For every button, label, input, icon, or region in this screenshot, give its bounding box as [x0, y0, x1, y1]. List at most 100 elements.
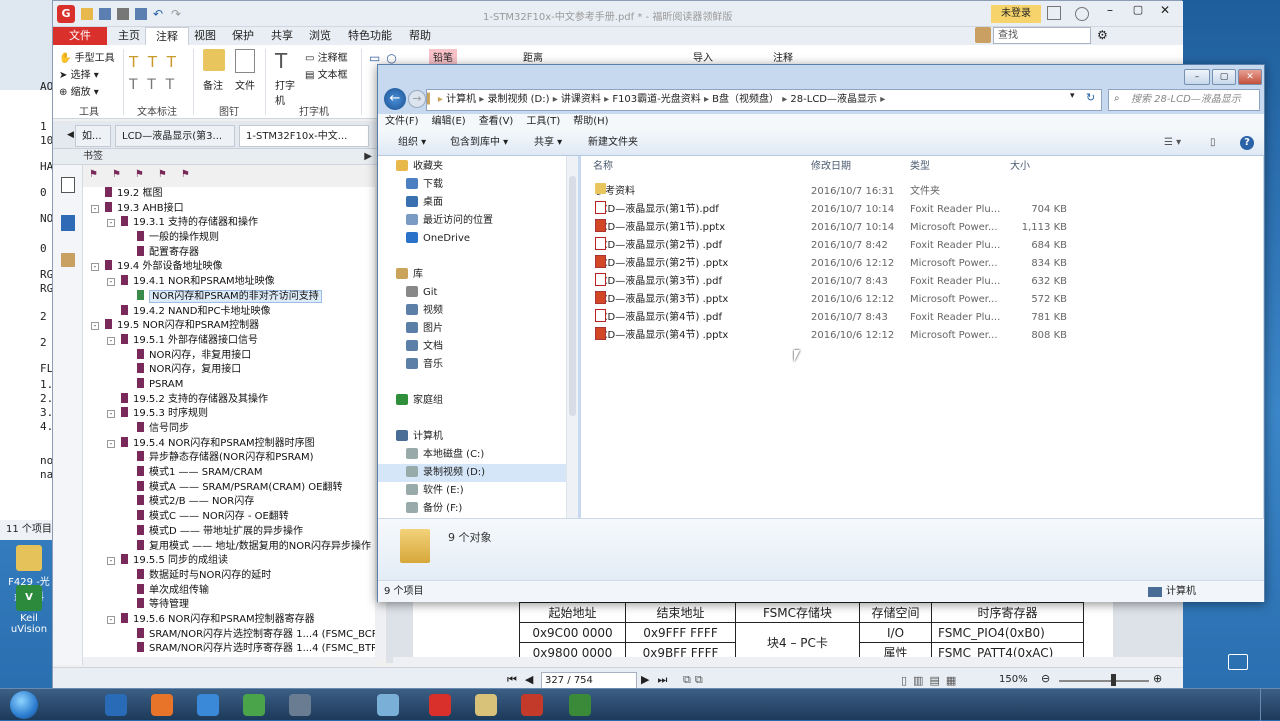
- hand-tool-button[interactable]: ✋ 手型工具: [59, 49, 115, 64]
- nav-item[interactable]: 收藏夹: [378, 158, 577, 176]
- note-icon[interactable]: [203, 49, 225, 71]
- breadcrumb-item[interactable]: 28-LCD—液晶显示: [790, 94, 877, 105]
- tab-protect[interactable]: 保护: [222, 27, 264, 45]
- back-button[interactable]: ←: [384, 88, 406, 110]
- bookmark-item[interactable]: 复用模式 —— 地址/数据复用的NOR闪存异步操作: [83, 539, 375, 555]
- bookmark-item[interactable]: - 19.5.4 NOR闪存和PSRAM控制器时序图: [83, 436, 375, 452]
- find-input[interactable]: 查找: [993, 27, 1091, 44]
- breadcrumb-item[interactable]: F103霸道-光盘资料: [612, 94, 700, 105]
- select-button[interactable]: ➤ 选择 ▾: [59, 66, 99, 81]
- bookmark-item[interactable]: 信号同步: [83, 422, 375, 437]
- file-attach-icon[interactable]: [235, 49, 255, 73]
- page-thumbnail-icon[interactable]: [61, 177, 75, 193]
- nav-item[interactable]: Git: [378, 284, 577, 302]
- keyboard-tray-icon[interactable]: [1228, 654, 1248, 670]
- nav-item[interactable]: 音乐: [378, 356, 577, 374]
- nav-scrollbar[interactable]: [566, 156, 578, 518]
- nav-item[interactable]: 下载: [378, 176, 577, 194]
- file-row[interactable]: LCD—液晶显示(第2节) .pptx 2016/10/6 12:12 Micros…: [581, 255, 1263, 273]
- column-header-type[interactable]: 类型: [910, 156, 930, 178]
- new-folder-button[interactable]: 新建文件夹: [588, 130, 638, 156]
- organize-button[interactable]: 组织 ▾: [398, 130, 426, 156]
- breadcrumb-separator-icon[interactable]: ▸: [550, 94, 561, 105]
- doc-tab-1[interactable]: 如...: [75, 125, 111, 147]
- redo-icon[interactable]: ↷: [171, 8, 183, 20]
- explorer-minimize-button[interactable]: –: [1184, 69, 1210, 85]
- nav-item[interactable]: 家庭组: [378, 392, 577, 410]
- file-row[interactable]: LCD—液晶显示(第3节) .pdf 2016/10/7 8:43 Foxit Re…: [581, 273, 1263, 291]
- nav-item[interactable]: 备份 (F:): [378, 500, 577, 518]
- zoom-slider[interactable]: [1059, 680, 1149, 682]
- bookmark-item[interactable]: 模式1 —— SRAM/CRAM: [83, 466, 375, 481]
- note-button[interactable]: 备注: [203, 77, 223, 92]
- collapse-toggle-icon[interactable]: -: [91, 263, 99, 272]
- bookmark-item[interactable]: - 19.5 NOR闪存和PSRAM控制器: [83, 319, 375, 334]
- file-attach-button[interactable]: 文件: [235, 77, 255, 92]
- file-row[interactable]: LCD—液晶显示(第1节).pptx 2016/10/7 10:14 Microso…: [581, 219, 1263, 237]
- collapse-toggle-icon[interactable]: -: [91, 322, 99, 331]
- taskbar-app-button[interactable]: [420, 691, 460, 719]
- bookmark-item[interactable]: - 19.4 外部设备地址映像: [83, 260, 375, 275]
- menu-edit[interactable]: 编辑(E): [432, 116, 466, 127]
- nav-scrollbar-thumb[interactable]: [569, 176, 576, 416]
- account-icon[interactable]: [1075, 7, 1089, 21]
- collapse-toggle-icon[interactable]: -: [107, 336, 115, 345]
- login-button[interactable]: 未登录: [991, 5, 1041, 23]
- tab-features[interactable]: 特色功能: [338, 27, 402, 45]
- column-header-name[interactable]: 名称: [593, 156, 613, 178]
- properties-icon[interactable]: [135, 8, 147, 20]
- nav-item[interactable]: 计算机: [378, 428, 577, 446]
- page-number-input[interactable]: 327 / 754: [541, 672, 637, 689]
- comments-icon[interactable]: [61, 253, 75, 267]
- forward-button[interactable]: →: [408, 90, 426, 108]
- page-nav-forward-icons[interactable]: ▶⏭: [641, 673, 675, 687]
- collapse-toggle-icon[interactable]: -: [107, 410, 115, 419]
- textbox-button[interactable]: ▤ 文本框: [305, 66, 348, 81]
- comment-button[interactable]: 注释: [773, 49, 793, 64]
- taskbar-app-button[interactable]: [560, 691, 600, 719]
- taskbar-app-button[interactable]: [96, 691, 136, 719]
- bookmark-toolbar-icons[interactable]: ⚑⚑⚑⚑⚑: [89, 169, 229, 183]
- column-header-date[interactable]: 修改日期: [811, 156, 851, 178]
- column-header-size[interactable]: 大小: [1010, 156, 1030, 178]
- save-icon[interactable]: [99, 8, 111, 20]
- breadcrumb-item[interactable]: 讲课资料: [561, 94, 601, 105]
- breadcrumb-separator-icon[interactable]: ▸: [877, 94, 885, 105]
- bookmark-item[interactable]: SRAM/NOR闪存片选控制寄存器 1...4 (FSMC_BCR1: [83, 627, 375, 643]
- bookmark-item[interactable]: NOR闪存，复用接口: [83, 363, 375, 378]
- address-bar[interactable]: ▍ ▸ 计算机 ▸ 录制视频 (D:) ▸ 讲课资料 ▸ F103霸道-光盘资料…: [426, 89, 1102, 111]
- breadcrumb-separator-icon[interactable]: ▸: [601, 94, 612, 105]
- taskbar-app-button[interactable]: [368, 691, 408, 719]
- bookmark-item[interactable]: 19.5.2 支持的存储器及其操作: [83, 392, 375, 408]
- tab-home[interactable]: 主页: [108, 27, 150, 45]
- callout-button[interactable]: ▭ 注释框: [305, 49, 348, 64]
- nav-item[interactable]: 桌面: [378, 194, 577, 212]
- bookmark-item[interactable]: 19.4.2 NAND和PC卡地址映像: [83, 304, 375, 320]
- include-in-library-button[interactable]: 包含到库中 ▾: [450, 130, 508, 156]
- panel-collapse-icon[interactable]: ▶: [364, 149, 372, 165]
- breadcrumb-separator-icon[interactable]: ▸: [476, 94, 487, 105]
- taskbar-app-button[interactable]: [142, 691, 182, 719]
- taskbar-app-button[interactable]: [188, 691, 228, 719]
- minimize-button[interactable]: –: [1099, 3, 1121, 23]
- print-icon[interactable]: [117, 8, 129, 20]
- bookmark-item[interactable]: - 19.5.6 NOR闪存和PSRAM控制器寄存器: [83, 612, 375, 628]
- menu-tools[interactable]: 工具(T): [526, 116, 560, 127]
- close-button[interactable]: ✕: [1153, 3, 1177, 23]
- bookmark-item[interactable]: - 19.5.1 外部存储器接口信号: [83, 333, 375, 349]
- nav-item[interactable]: 文档: [378, 338, 577, 356]
- share-button[interactable]: 共享 ▾: [534, 130, 562, 156]
- pencil-button[interactable]: 铅笔: [429, 49, 457, 64]
- collapse-toggle-icon[interactable]: -: [107, 219, 115, 228]
- nav-item[interactable]: 库: [378, 266, 577, 284]
- nav-item[interactable]: OneDrive: [378, 230, 577, 248]
- breadcrumb-separator-icon[interactable]: ▸: [779, 94, 790, 105]
- tab-browse[interactable]: 浏览: [299, 27, 341, 45]
- file-row[interactable]: LCD—液晶显示(第3节) .pptx 2016/10/6 12:12 Micros…: [581, 291, 1263, 309]
- taskbar-app-button[interactable]: [280, 691, 320, 719]
- explorer-close-button[interactable]: ✕: [1238, 69, 1262, 85]
- tabs-left-arrow-icon[interactable]: ◀: [67, 130, 74, 140]
- file-row[interactable]: LCD—液晶显示(第4节) .pptx 2016/10/6 12:12 Micros…: [581, 327, 1263, 345]
- distance-button[interactable]: 距离: [523, 49, 543, 64]
- settings-gear-icon[interactable]: ⚙: [1097, 28, 1108, 42]
